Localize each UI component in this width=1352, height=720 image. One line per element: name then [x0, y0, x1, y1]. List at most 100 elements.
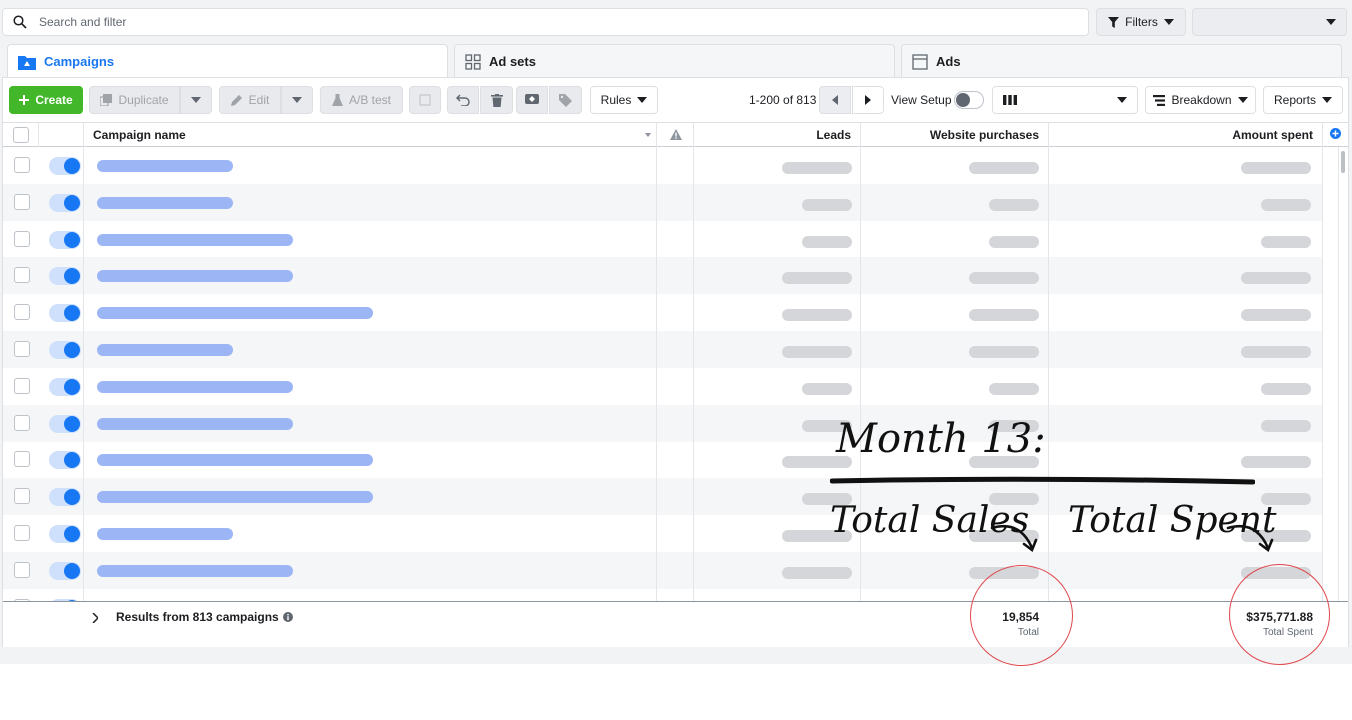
campaign-status-toggle[interactable]	[49, 341, 81, 359]
row-checkbox[interactable]	[14, 488, 30, 505]
ab-test-button[interactable]: A/B test	[320, 86, 403, 114]
column-label: Leads	[816, 128, 851, 142]
preview-button[interactable]	[516, 86, 548, 114]
campaign-name-link[interactable]	[97, 307, 373, 320]
leads-value	[802, 235, 852, 248]
leads-value	[782, 309, 852, 322]
spent-value	[1241, 309, 1311, 322]
date-range-button[interactable]	[1192, 8, 1347, 36]
breakdown-button[interactable]: Breakdown	[1145, 86, 1256, 114]
columns-button[interactable]	[992, 86, 1138, 114]
search-input[interactable]: Search and filter	[2, 8, 1089, 36]
column-header-website-purchases[interactable]: Website purchases	[861, 123, 1039, 147]
campaign-status-toggle[interactable]	[49, 525, 81, 543]
rules-button[interactable]: Rules	[590, 86, 658, 114]
campaign-status-toggle[interactable]	[49, 157, 81, 175]
table-row[interactable]	[3, 257, 1323, 295]
column-divider	[83, 122, 84, 647]
row-checkbox[interactable]	[14, 193, 30, 210]
campaign-name-link[interactable]	[97, 344, 233, 356]
next-page-button[interactable]	[852, 86, 884, 114]
table-row[interactable]	[3, 404, 1323, 442]
caret-down-icon	[1117, 97, 1127, 103]
campaign-name-link[interactable]	[97, 270, 293, 283]
scrollbar-thumb[interactable]	[1341, 151, 1345, 173]
table-row[interactable]	[3, 147, 1323, 184]
prev-page-button[interactable]	[819, 86, 851, 114]
column-divider	[1048, 122, 1049, 647]
edit-button[interactable]: Edit	[219, 86, 281, 114]
vertical-scrollbar[interactable]	[1338, 147, 1348, 602]
campaign-name-link[interactable]	[97, 196, 233, 209]
leads-value	[782, 272, 852, 285]
campaign-name-link[interactable]	[97, 417, 293, 430]
view-setup-toggle[interactable]	[954, 91, 984, 109]
tab-ad-sets[interactable]: Ad sets	[454, 44, 895, 78]
toggle-knob	[64, 489, 80, 506]
archive-button[interactable]	[409, 86, 441, 114]
row-checkbox[interactable]	[14, 304, 30, 321]
table-row[interactable]	[3, 441, 1323, 478]
campaign-status-toggle[interactable]	[49, 304, 81, 323]
create-button[interactable]: Create	[9, 86, 83, 114]
filters-button[interactable]: Filters	[1096, 8, 1186, 36]
table-row[interactable]	[3, 294, 1323, 331]
warning-icon[interactable]	[670, 129, 682, 140]
row-checkbox[interactable]	[14, 561, 30, 578]
row-checkbox[interactable]	[14, 341, 30, 357]
column-header-leads[interactable]: Leads	[694, 123, 851, 147]
purchases-value	[989, 235, 1039, 248]
campaign-name-link[interactable]	[97, 528, 233, 540]
chevron-right-icon[interactable]	[92, 613, 98, 623]
preview-icon	[525, 94, 539, 104]
campaign-status-toggle[interactable]	[49, 451, 81, 470]
tab-campaigns[interactable]: Campaigns	[7, 44, 448, 78]
column-header-campaign-name[interactable]: Campaign name	[93, 123, 186, 147]
tab-ads[interactable]: Ads	[901, 44, 1342, 78]
table-row[interactable]	[3, 221, 1323, 258]
column-header-amount-spent[interactable]: Amount spent	[1049, 123, 1313, 147]
row-checkbox[interactable]	[14, 451, 30, 468]
row-checkbox[interactable]	[14, 414, 30, 431]
undo-button[interactable]	[447, 86, 479, 114]
campaign-name-link[interactable]	[97, 454, 373, 467]
table-row[interactable]	[3, 551, 1323, 589]
campaign-status-toggle[interactable]	[49, 193, 81, 212]
reports-label: Reports	[1273, 93, 1317, 107]
campaign-name-link[interactable]	[97, 233, 293, 246]
row-checkbox[interactable]	[14, 377, 30, 394]
column-divider	[656, 122, 657, 628]
arrow-icon	[1226, 524, 1274, 553]
spent-value	[1241, 346, 1311, 358]
campaign-name-link[interactable]	[97, 491, 373, 504]
tag-button[interactable]	[549, 86, 582, 114]
duplicate-menu-button[interactable]	[180, 86, 212, 114]
campaign-name-link[interactable]	[97, 564, 293, 577]
duplicate-button[interactable]: Duplicate	[89, 86, 180, 114]
campaign-status-toggle[interactable]	[49, 267, 81, 286]
delete-button[interactable]	[480, 86, 513, 114]
table-row[interactable]	[3, 368, 1323, 405]
row-checkbox[interactable]	[14, 157, 30, 173]
table-row[interactable]	[3, 331, 1323, 368]
sort-caret-icon[interactable]	[645, 133, 651, 137]
campaign-status-toggle[interactable]	[49, 377, 81, 396]
leads-value	[782, 566, 852, 579]
row-checkbox[interactable]	[14, 230, 30, 247]
campaign-status-toggle[interactable]	[49, 414, 81, 433]
toggle-knob	[64, 378, 80, 395]
campaign-status-toggle[interactable]	[49, 561, 81, 580]
campaign-status-toggle[interactable]	[49, 230, 81, 249]
reports-button[interactable]: Reports	[1263, 86, 1343, 114]
info-icon[interactable]	[282, 612, 293, 622]
row-checkbox[interactable]	[14, 525, 30, 541]
campaign-status-toggle[interactable]	[49, 488, 81, 507]
row-checkbox[interactable]	[14, 267, 30, 284]
campaign-name-link[interactable]	[97, 380, 293, 393]
toggle-knob	[64, 526, 80, 542]
select-all-checkbox[interactable]	[13, 127, 29, 143]
edit-menu-button[interactable]	[281, 86, 313, 114]
add-column-icon[interactable]	[1330, 128, 1341, 139]
table-row[interactable]	[3, 183, 1323, 221]
campaign-name-link[interactable]	[97, 160, 233, 172]
